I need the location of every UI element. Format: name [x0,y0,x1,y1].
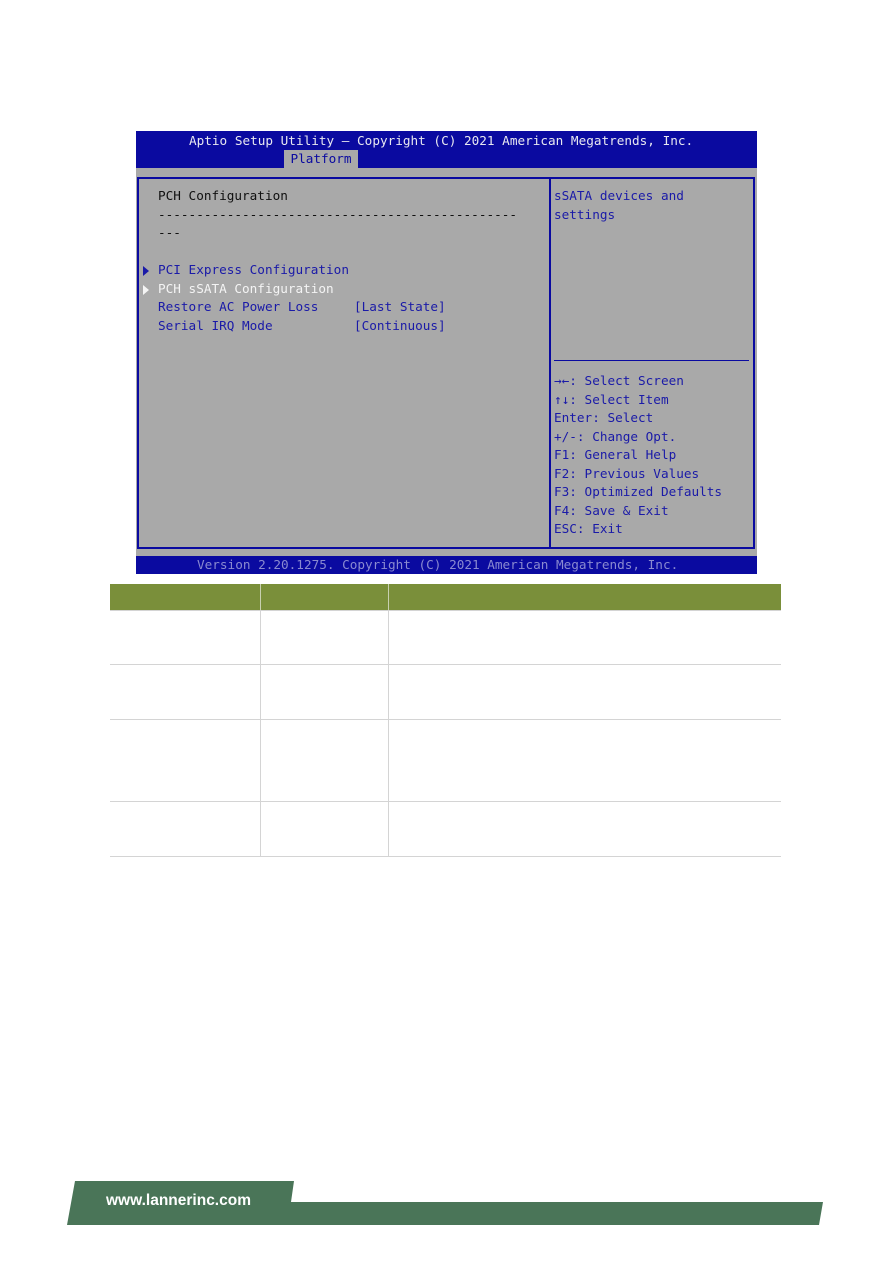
bios-title: Aptio Setup Utility – Copyright (C) 2021… [189,133,694,148]
key-help: →←: Select Screen [554,373,684,388]
table-row [110,610,781,665]
help-text: settings [554,207,616,222]
key-help: F4: Save & Exit [554,502,669,518]
menu-item-restore-ac[interactable]: Restore AC Power Loss [158,298,318,316]
key-help: ↑↓: Select Item [554,391,669,407]
panel-divider [549,177,551,549]
menu-item-pch-ssata[interactable]: PCH sSATA Configuration [158,280,334,298]
table-row [110,664,781,720]
separator: --- [158,225,181,240]
key-help: Enter: Select [554,410,654,425]
version-text: Version 2.20.1275. Copyright (C) 2021 Am… [197,557,679,572]
bios-header: Aptio Setup Utility – Copyright (C) 2021… [136,131,757,168]
bios-footer: Version 2.20.1275. Copyright (C) 2021 Am… [136,556,757,574]
help-divider [554,360,749,361]
settings-table [110,584,781,857]
table-row [110,801,781,857]
submenu-arrow-icon [143,285,149,295]
serial-irq-value[interactable]: [Continuous] [354,317,446,335]
page-heading: PCH Configuration [158,188,288,203]
restore-ac-value[interactable]: [Last State] [354,298,446,316]
help-text: sSATA devices and [554,188,684,203]
table-row [110,719,781,802]
menu-item-pci-express[interactable]: PCI Express Configuration [158,261,349,279]
tab-platform[interactable]: Platform [284,150,358,168]
key-help: F1: General Help [554,447,677,462]
key-help: F3: Optimized Defaults [554,484,723,499]
separator: ----------------------------------------… [158,207,518,222]
key-help: F2: Previous Values [554,465,700,481]
table-header [110,584,781,611]
key-help: ESC: Exit [554,521,623,536]
bios-screen: Aptio Setup Utility – Copyright (C) 2021… [136,131,757,574]
menu-item-serial-irq[interactable]: Serial IRQ Mode [158,317,273,335]
key-help: +/-: Change Opt. [554,428,677,444]
footer-url[interactable]: www.lannerinc.com [106,1192,251,1210]
submenu-arrow-icon [143,266,149,276]
